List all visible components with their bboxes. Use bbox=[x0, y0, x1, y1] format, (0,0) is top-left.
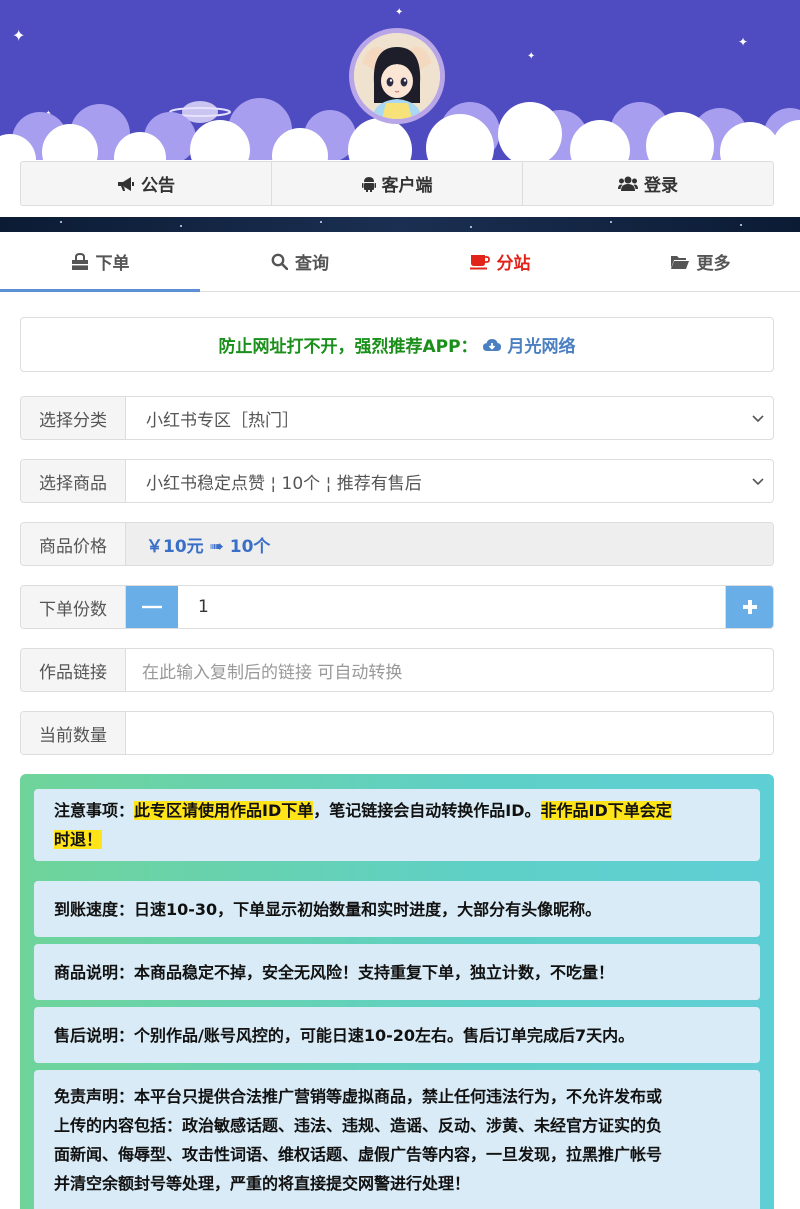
quantity-decrement-button[interactable] bbox=[126, 586, 178, 628]
header-banner: ✦ ✦ ✦ ✦ ✦ bbox=[0, 0, 800, 232]
info-card-product: 商品说明：本商品稳定不掉，安全无风险！支持重复下单，独立计数，不吃量！ bbox=[34, 944, 760, 1000]
tab-query-label: 查询 bbox=[295, 254, 329, 274]
app-download-link[interactable]: 月光网络 bbox=[482, 332, 576, 357]
tab-order-label: 下单 bbox=[95, 254, 130, 274]
link-label: 作品链接 bbox=[21, 649, 126, 691]
announcement-label: 公告 bbox=[141, 176, 175, 196]
app-recommend-notice: 防止网址打不开，强烈推荐APP： 月光网络 bbox=[20, 317, 774, 372]
megaphone-icon bbox=[118, 176, 134, 191]
quantity-row: 下单份数 1 bbox=[20, 585, 774, 629]
disclaimer-line: 免责声明：本平台只提供合法推广营销等虚拟商品，禁止任何违法行为，不允许发布或 bbox=[54, 1087, 663, 1106]
notice-highlight: 此专区请使用作品ID下单 bbox=[134, 801, 314, 820]
info-card-notice: 注意事项：此专区请使用作品ID下单，笔记链接会自动转换作品ID。非作品ID下单会… bbox=[34, 789, 760, 861]
info-card-disclaimer: 免责声明：本平台只提供合法推广营销等虚拟商品，禁止任何违法行为，不允许发布或 上… bbox=[34, 1070, 760, 1209]
product-desc-text: 商品说明：本商品稳定不掉，安全无风险！支持重复下单，独立计数，不吃量！ bbox=[54, 962, 615, 982]
category-row: 选择分类 小红书专区［热门］ bbox=[20, 396, 774, 440]
current-count-field bbox=[126, 712, 773, 754]
notice-highlight: 时退！ bbox=[54, 830, 103, 849]
category-value: 小红书专区［热门］ bbox=[146, 410, 299, 431]
main-tabs: 下单 查询 分站 更多 bbox=[0, 232, 800, 292]
price-row: 商品价格 ￥10元 ➠ 10个 bbox=[20, 522, 774, 566]
notice-highlight: 非作品ID下单会定 bbox=[540, 801, 672, 820]
notice-text: 防止网址打不开，强烈推荐APP： bbox=[218, 337, 478, 357]
disclaimer-line: 并清空余额封号等处理，严重的将直接提交网警进行处理！ bbox=[54, 1174, 471, 1193]
tab-more-label: 更多 bbox=[696, 254, 731, 274]
category-select[interactable]: 小红书专区［热门］ bbox=[126, 397, 773, 439]
category-label: 选择分类 bbox=[21, 397, 126, 439]
tab-substation-label: 分站 bbox=[496, 254, 531, 274]
tab-more[interactable]: 更多 bbox=[600, 232, 800, 291]
chevron-down-icon bbox=[752, 415, 764, 423]
avatar-image bbox=[354, 33, 440, 119]
search-icon bbox=[271, 253, 288, 270]
quantity-increment-button[interactable] bbox=[726, 586, 773, 628]
shopping-bag-icon bbox=[71, 252, 88, 270]
info-card-speed: 到账速度：日速10-30，下单显示初始数量和实时进度，大部分有头像昵称。 bbox=[34, 881, 760, 937]
speed-text: 到账速度：日速10-30，下单显示初始数量和实时进度，大部分有头像昵称。 bbox=[54, 899, 602, 919]
aftersale-text: 售后说明：个别作品/账号风控的，可能日速10-20左右。售后订单完成后7天内。 bbox=[54, 1025, 635, 1045]
link-row: 作品链接 在此输入复制后的链接 可自动转换 bbox=[20, 648, 774, 692]
android-icon bbox=[361, 176, 376, 192]
count-row: 当前数量 bbox=[20, 711, 774, 755]
tab-query[interactable]: 查询 bbox=[200, 232, 400, 291]
disclaimer-line: 面新闻、侮辱型、攻击性词语、维权话题、虚假广告等内容，一旦发现，拉黑推广帐号 bbox=[54, 1145, 663, 1164]
client-button[interactable]: 客户端 bbox=[272, 162, 523, 205]
product-value: 小红书稳定点赞 ¦ 10个 ¦ 推荐有售后 bbox=[146, 473, 422, 494]
price-display: ￥10元 ➠ 10个 bbox=[126, 523, 773, 565]
client-label: 客户端 bbox=[381, 176, 433, 196]
avatar[interactable] bbox=[349, 28, 445, 124]
count-label: 当前数量 bbox=[21, 712, 126, 754]
login-label: 登录 bbox=[644, 176, 678, 196]
product-select[interactable]: 小红书稳定点赞 ¦ 10个 ¦ 推荐有售后 bbox=[126, 460, 773, 502]
app-link-label: 月光网络 bbox=[507, 337, 576, 357]
cloud-download-icon bbox=[482, 338, 501, 351]
quantity-label: 下单份数 bbox=[21, 586, 126, 628]
top-navigation: 公告 客户端 登录 bbox=[20, 161, 774, 206]
quantity-input[interactable]: 1 bbox=[178, 586, 726, 628]
work-link-input[interactable]: 在此输入复制后的链接 可自动转换 bbox=[126, 649, 773, 691]
product-label: 选择商品 bbox=[21, 460, 126, 502]
tab-order[interactable]: 下单 bbox=[0, 232, 200, 292]
info-card-aftersale: 售后说明：个别作品/账号风控的，可能日速10-20左右。售后订单完成后7天内。 bbox=[34, 1007, 760, 1063]
starfield-strip bbox=[0, 217, 800, 232]
users-icon bbox=[618, 176, 638, 191]
product-row: 选择商品 小红书稳定点赞 ¦ 10个 ¦ 推荐有售后 bbox=[20, 459, 774, 503]
price-label: 商品价格 bbox=[21, 523, 126, 565]
coffee-icon bbox=[469, 254, 490, 269]
announcement-button[interactable]: 公告 bbox=[21, 162, 272, 205]
chevron-down-icon bbox=[752, 478, 764, 486]
minus-icon bbox=[142, 605, 162, 609]
notice-prefix: 注意事项： bbox=[54, 801, 135, 820]
tab-substation[interactable]: 分站 bbox=[400, 232, 600, 291]
login-button[interactable]: 登录 bbox=[523, 162, 773, 205]
disclaimer-line: 上传的内容包括：政治敏感话题、违法、违规、造谣、反动、涉黄、未经官方证实的负 bbox=[54, 1116, 663, 1135]
info-panel: 注意事项：此专区请使用作品ID下单，笔记链接会自动转换作品ID。非作品ID下单会… bbox=[20, 774, 774, 1209]
notice-middle: ，笔记链接会自动转换作品ID。 bbox=[313, 801, 541, 820]
plus-icon bbox=[742, 600, 757, 614]
folder-open-icon bbox=[670, 255, 689, 269]
